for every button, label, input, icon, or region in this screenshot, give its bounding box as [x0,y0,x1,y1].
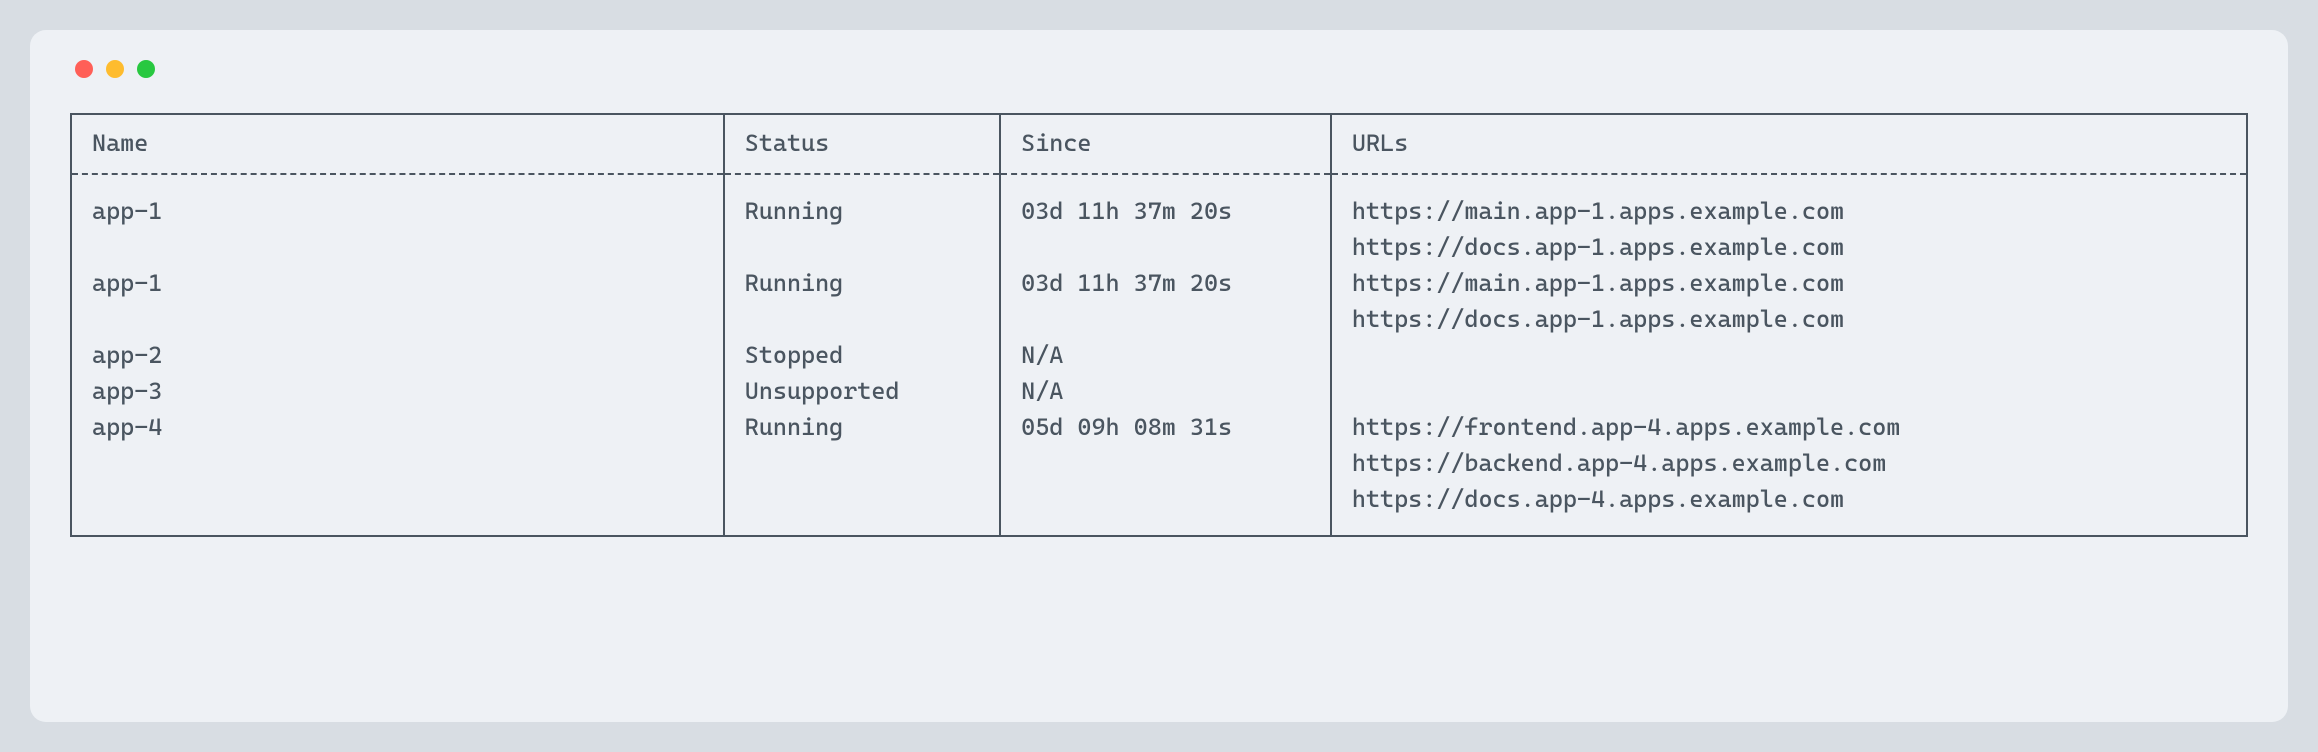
cell-urls: https://main.app-1.apps.example.com http… [1331,265,2247,337]
table-row: app-3UnsupportedN/A [71,373,2247,409]
table-row: app-2StoppedN/A [71,337,2247,373]
cell-since: 03d 11h 37m 20s [1000,265,1331,337]
cell-since: 05d 09h 08m 31s [1000,409,1331,536]
table-row: app-4Running05d 09h 08m 31shttps://front… [71,409,2247,536]
header-status: Status [724,114,1000,174]
cell-urls: https://frontend.app-4.apps.example.com … [1331,409,2247,536]
table-header-row: Name Status Since URLs [71,114,2247,174]
cell-name: app-1 [71,265,724,337]
cell-name: app-4 [71,409,724,536]
header-since: Since [1000,114,1331,174]
cell-urls: https://main.app-1.apps.example.com http… [1331,174,2247,265]
table-body: app-1Running03d 11h 37m 20shttps://main.… [71,174,2247,536]
cell-name: app-1 [71,174,724,265]
terminal-window: Name Status Since URLs app-1Running03d 1… [30,30,2288,722]
cell-status: Running [724,174,1000,265]
cell-urls [1331,373,2247,409]
cell-urls [1331,337,2247,373]
header-urls: URLs [1331,114,2247,174]
cell-status: Unsupported [724,373,1000,409]
apps-table: Name Status Since URLs app-1Running03d 1… [70,113,2248,537]
window-maximize-button[interactable] [137,60,155,78]
cell-since: N/A [1000,373,1331,409]
cell-name: app-3 [71,373,724,409]
cell-name: app-2 [71,337,724,373]
table-row: app-1Running03d 11h 37m 20shttps://main.… [71,174,2247,265]
cell-status: Stopped [724,337,1000,373]
header-name: Name [71,114,724,174]
cell-since: N/A [1000,337,1331,373]
cell-status: Running [724,265,1000,337]
window-minimize-button[interactable] [106,60,124,78]
window-close-button[interactable] [75,60,93,78]
table-row: app-1Running03d 11h 37m 20shttps://main.… [71,265,2247,337]
cell-since: 03d 11h 37m 20s [1000,174,1331,265]
window-controls [75,60,2248,78]
cell-status: Running [724,409,1000,536]
